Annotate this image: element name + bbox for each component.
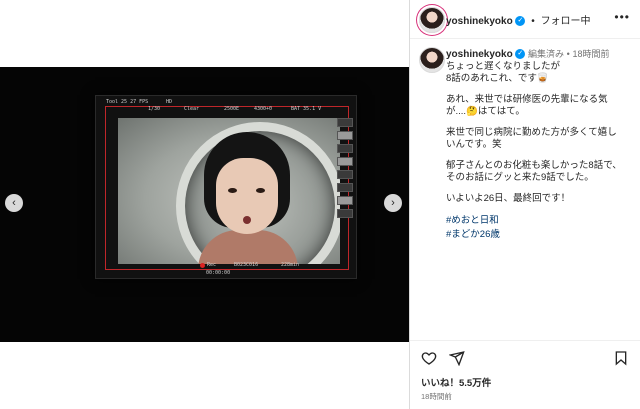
hud-timecode-top: Tool 25 27 FPS (106, 99, 149, 105)
record-frame-guide (105, 106, 349, 270)
post-media: HD 1/30 Clear 2500E 4300+0 BAT 35.1 V To… (0, 0, 409, 409)
side-button (337, 157, 353, 166)
side-button (337, 118, 353, 127)
monitor-hud-top: HD 1/30 Clear 2500E 4300+0 BAT 35.1 V To… (96, 96, 356, 116)
chevron-right-icon: › (391, 197, 395, 209)
hud-wb: 4300+0 (254, 106, 273, 112)
caption-line: 8話のあれこれ、です🥃 (446, 73, 549, 84)
caption: yoshinekyoko ✓ 編集済み • 18時間前 ちょっと遅くなりましたが… (446, 48, 634, 242)
edited-label: 編集済み (527, 49, 564, 59)
username-link[interactable]: yoshinekyoko (446, 16, 513, 27)
caption-avatar[interactable] (419, 47, 445, 73)
side-button (337, 196, 353, 205)
more-icon[interactable]: ••• (614, 10, 630, 24)
side-button (337, 183, 353, 192)
following-button[interactable]: フォロー中 (541, 16, 591, 27)
caption-line: 郁子さんとのお化粧も楽しかった8話で、 (446, 160, 622, 171)
caption-line: あれ、来世では研修医の先輩になる気 (446, 94, 608, 105)
hud-shutter-frac: 1/30 (148, 106, 161, 112)
side-button (337, 170, 353, 179)
action-bar (410, 340, 640, 371)
hud-shutter: 2500E (224, 106, 240, 112)
rec-dot-icon (200, 263, 205, 268)
likes-count[interactable]: いいね！5.5万件 (421, 375, 491, 389)
post-timestamp: 18時間前 (421, 392, 452, 401)
caption-line: いんです。笑 (446, 139, 502, 150)
hud-rec: Rec (207, 262, 217, 268)
verified-badge-icon: ✓ (515, 16, 526, 27)
monitor-hud-bottom: Rec B023C016 228min 00:00:00 (96, 258, 356, 278)
hud-hd: HD (166, 99, 173, 105)
side-button (337, 209, 353, 218)
caption-time: 18時間前 (572, 49, 610, 59)
chevron-left-icon: ‹ (12, 197, 16, 209)
caption-line: 来世で同じ病院に勤めた方が多くて嬉し (446, 127, 617, 138)
side-button (337, 144, 353, 153)
caption-line: が....🤔はてはて。 (446, 106, 525, 117)
post-header: yoshinekyoko ✓ • フォロー中 ••• (410, 0, 640, 39)
verified-badge-icon: ✓ (515, 49, 526, 60)
hud-clear: Clear (184, 106, 200, 112)
send-icon[interactable] (448, 350, 465, 370)
side-button (337, 131, 353, 140)
hud-timecode-bottom: 00:00:00 (206, 270, 231, 276)
post-photo: HD 1/30 Clear 2500E 4300+0 BAT 35.1 V To… (0, 67, 409, 342)
caption-separator: • (566, 49, 570, 59)
carousel-next-button[interactable]: › (384, 194, 402, 212)
header-user-row: yoshinekyoko ✓ • フォロー中 (446, 12, 591, 27)
carousel-prev-button[interactable]: ‹ (5, 194, 23, 212)
hud-clip: B023C016 (234, 262, 259, 268)
avatar[interactable] (419, 7, 445, 33)
caption-line: ちょっと遅くなりましたが (446, 61, 561, 72)
caption-line: そのお話にグッと来た9話でした。 (446, 172, 594, 183)
hashtag-link[interactable]: #まどか26歳 (446, 228, 634, 242)
hashtag-link[interactable]: #めおと日和 (446, 214, 634, 228)
monitor-side-buttons (337, 118, 353, 222)
hud-battery: BAT 35.1 V (291, 106, 322, 112)
hud-remain: 228min (281, 262, 300, 268)
caption-line: いよいよ26日、最終回です！ (446, 193, 571, 204)
heart-icon[interactable] (421, 350, 437, 370)
camera-monitor: HD 1/30 Clear 2500E 4300+0 BAT 35.1 V To… (95, 95, 357, 279)
bookmark-icon[interactable] (613, 350, 629, 370)
caption-username-link[interactable]: yoshinekyoko (446, 49, 513, 60)
follow-separator: • (531, 16, 535, 27)
post-side-panel: yoshinekyoko ✓ • フォロー中 ••• yoshinekyoko … (410, 0, 640, 409)
